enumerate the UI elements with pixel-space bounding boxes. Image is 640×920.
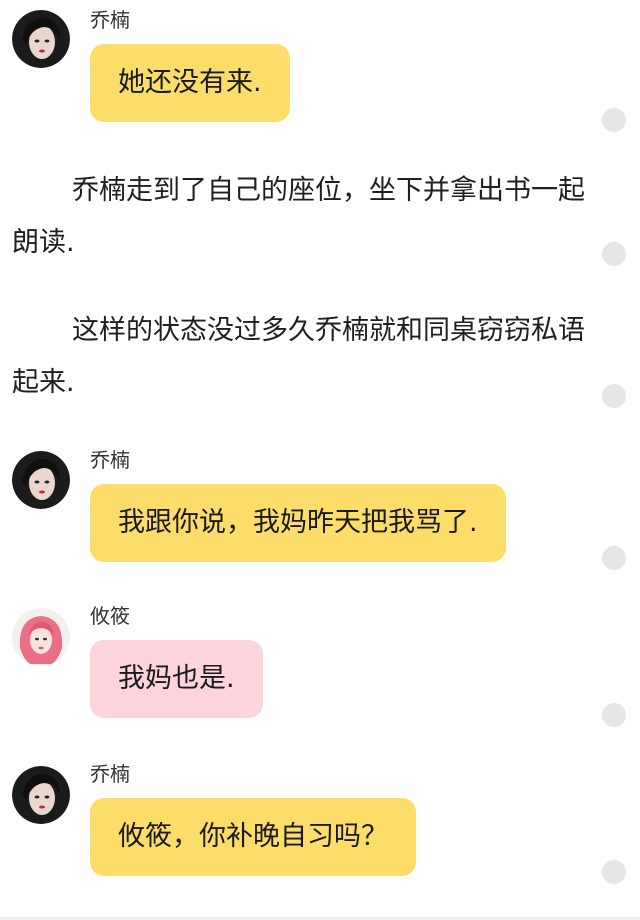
avatar-qiaonan[interactable] — [12, 10, 70, 68]
comment-dot-icon[interactable] — [602, 242, 626, 266]
message-bubble[interactable]: 我跟你说，我妈昨天把我骂了. — [90, 484, 506, 562]
comment-dot-icon[interactable] — [602, 108, 626, 132]
dark-hair-girl-avatar-icon — [12, 10, 70, 68]
chat-story-view: 乔楠 她还没有来. 乔楠走到了自己的座位，坐下并拿出书一起朗读. 这样的状态没过… — [0, 0, 640, 920]
narration-text: 乔楠走到了自己的座位，坐下并拿出书一起朗读. — [12, 175, 585, 258]
dark-hair-girl-avatar-icon — [12, 766, 70, 824]
message-bubble[interactable]: 我妈也是. — [90, 640, 263, 718]
avatar-youxiao[interactable] — [12, 608, 70, 666]
sender-name: 乔楠 — [90, 8, 130, 32]
message-bubble[interactable]: 她还没有来. — [90, 44, 290, 122]
comment-dot-icon[interactable] — [602, 860, 626, 884]
narration-paragraph: 这样的状态没过多久乔楠就和同桌窃窃私语起来. — [12, 305, 592, 409]
avatar-qiaonan[interactable] — [12, 766, 70, 824]
avatar-qiaonan[interactable] — [12, 451, 70, 509]
comment-dot-icon[interactable] — [602, 384, 626, 408]
sender-name: 乔楠 — [90, 762, 130, 786]
pink-hair-girl-avatar-icon — [12, 608, 70, 666]
message-bubble[interactable]: 攸筱，你补晚自习吗？ — [90, 798, 416, 876]
comment-dot-icon[interactable] — [602, 703, 626, 727]
narration-paragraph: 乔楠走到了自己的座位，坐下并拿出书一起朗读. — [12, 165, 592, 269]
sender-name: 攸筱 — [90, 604, 130, 628]
narration-text: 这样的状态没过多久乔楠就和同桌窃窃私语起来. — [12, 315, 585, 398]
sender-name: 乔楠 — [90, 448, 130, 472]
comment-dot-icon[interactable] — [602, 546, 626, 570]
dark-hair-girl-avatar-icon — [12, 451, 70, 509]
